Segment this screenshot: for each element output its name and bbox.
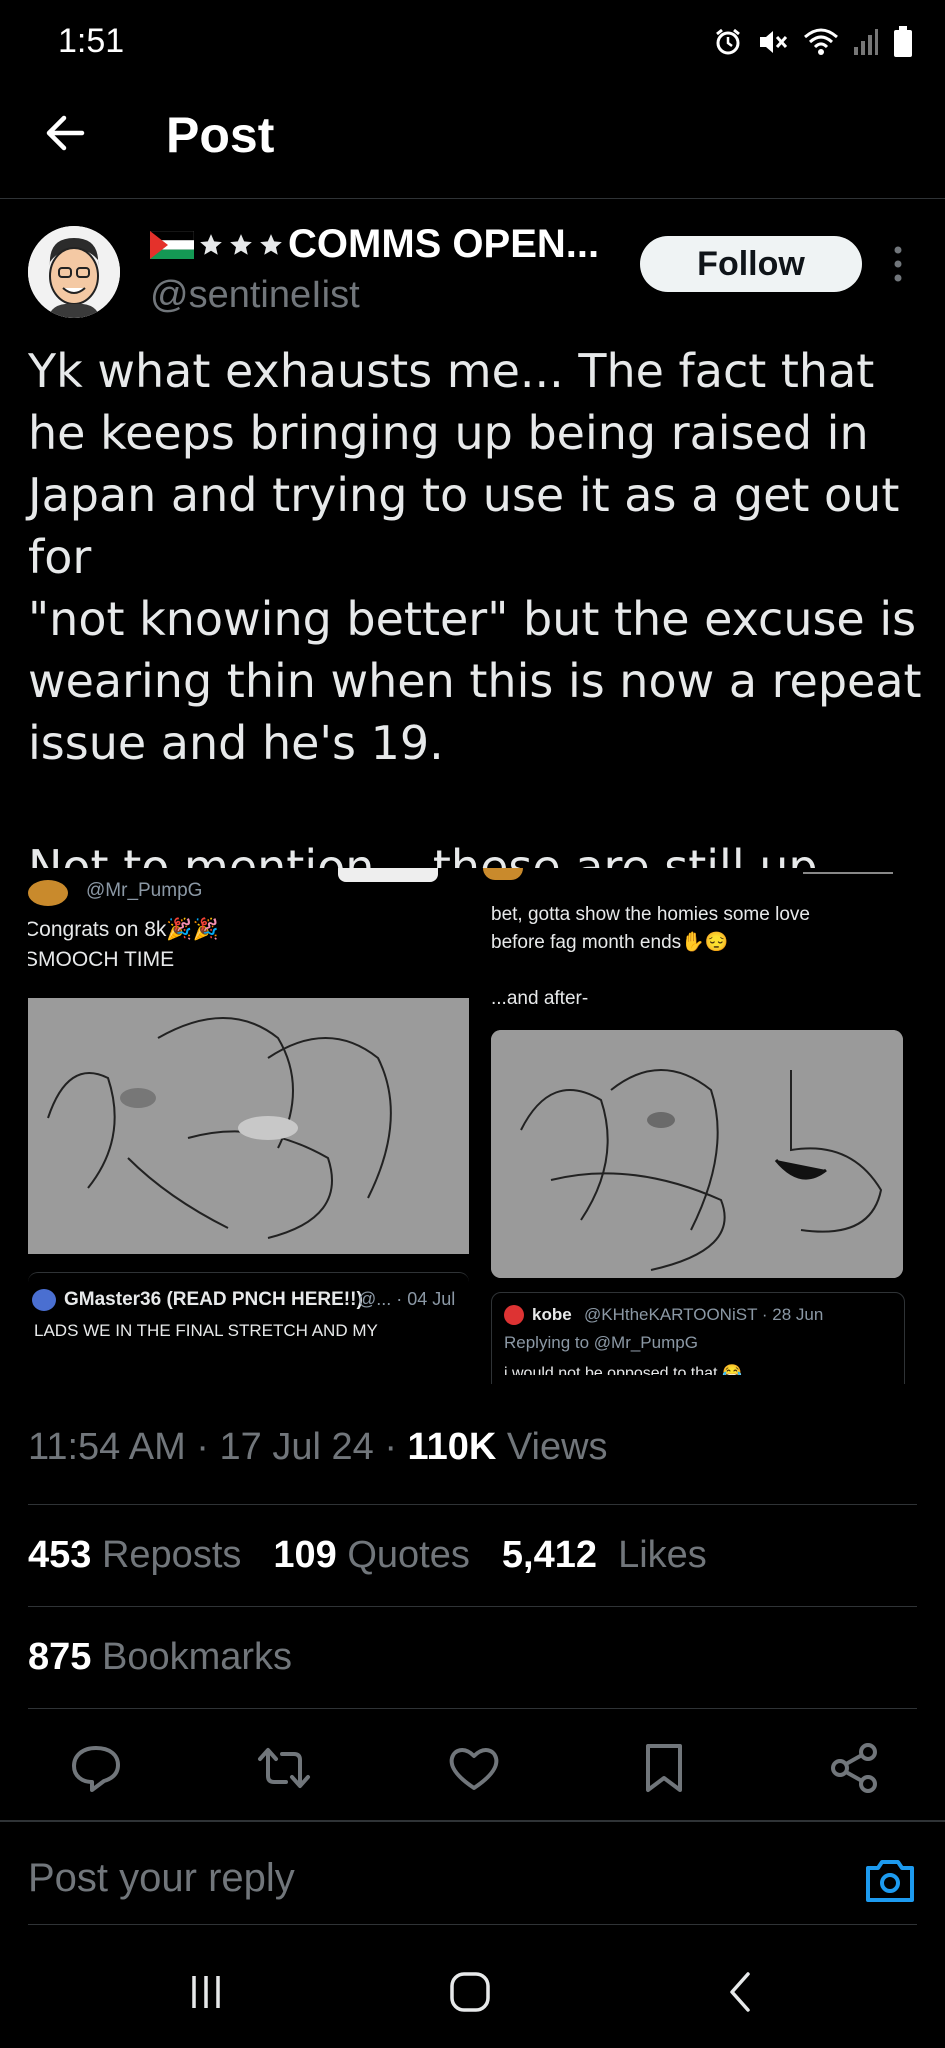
tweet-text: Yk what exhausts me... The fact that he … (28, 344, 922, 956)
quotes-label: Quotes (347, 1534, 470, 1576)
page-title: Post (166, 107, 275, 163)
reply-author-name: GMaster36 (READ PNCH HERE!!) (64, 1289, 363, 1310)
wifi-icon (804, 28, 838, 55)
alarm-icon (716, 28, 740, 55)
likes-stat[interactable]: 5,412 Likes (502, 1534, 707, 1577)
share-icon[interactable] (826, 1740, 882, 1796)
quotes-stat[interactable]: 109 Quotes (273, 1534, 470, 1577)
media-image-left[interactable]: @Mr_PumpG Congrats on 8k🎉🎉 SMOOCH TIME G… (28, 868, 469, 1384)
quoted-text-line: SMOOCH TIME (28, 948, 175, 971)
views-label: Views (506, 1426, 608, 1468)
home-icon[interactable] (448, 1970, 492, 2014)
reply-author-name: kobe (532, 1305, 572, 1324)
status-icons (713, 26, 913, 58)
reply-meta: @... · 04 Jul (358, 1289, 456, 1309)
bookmarks-stat[interactable]: 875 Bookmarks (28, 1636, 292, 1679)
display-name-row[interactable]: COMMS OPEN... (150, 222, 599, 267)
media-image-right[interactable]: bet, gotta show the homies some love bef… (483, 868, 917, 1384)
like-icon[interactable] (446, 1740, 502, 1796)
likes-count: 5,412 (501, 1534, 597, 1576)
engagement-stats: 453 Reposts 109 Quotes 5,412 Likes (28, 1534, 707, 1577)
system-back-icon[interactable] (720, 1970, 760, 2014)
header-divider (0, 198, 945, 199)
quoted-follow-button (338, 868, 438, 882)
bookmarks-count: 875 (28, 1636, 92, 1678)
reposts-label: Reposts (101, 1534, 242, 1576)
reply-icon[interactable] (68, 1740, 124, 1796)
bookmarks-label: Bookmarks (101, 1636, 293, 1678)
recent-apps-icon[interactable] (186, 1972, 226, 2012)
author-handle[interactable]: @sentineIist (150, 274, 360, 317)
likes-label: Likes (618, 1534, 707, 1576)
mini-avatar (483, 868, 523, 880)
divider (0, 1820, 945, 1822)
back-arrow-icon[interactable] (40, 108, 90, 158)
reposts-stat[interactable]: 453 Reposts (28, 1534, 241, 1577)
post-timestamp: 11:54 AM · 17 Jul 24 · 110K Views (28, 1426, 608, 1469)
reply-underline (28, 1924, 917, 1925)
quoted-handle: @Mr_PumpG (86, 880, 203, 901)
quoted-text-line: Congrats on 8k🎉🎉 (28, 918, 219, 941)
status-time: 1:51 (58, 22, 125, 60)
separator-dot: · (384, 1426, 408, 1468)
mini-avatar (32, 1289, 56, 1311)
bookmark-icon[interactable] (636, 1740, 692, 1796)
avatar[interactable] (28, 226, 120, 318)
battery-icon (894, 26, 912, 57)
action-bar (28, 1732, 917, 1802)
post-time: 11:54 AM (28, 1426, 186, 1468)
views-count: 110K (407, 1426, 497, 1468)
star-icon (230, 233, 252, 255)
sketch-image (28, 998, 469, 1254)
mini-avatar (504, 1305, 524, 1325)
divider-line (803, 872, 893, 874)
separator-dot: · (196, 1426, 220, 1468)
quoted-text-line: before fag month ends✋😔 (491, 932, 729, 953)
divider (28, 1708, 917, 1709)
quoted-text-line: bet, gotta show the homies some love (491, 904, 810, 925)
tweet-media[interactable]: @Mr_PumpG Congrats on 8k🎉🎉 SMOOCH TIME G… (28, 868, 917, 1384)
divider (28, 1606, 917, 1607)
signal-icon (854, 29, 878, 55)
mini-avatar (28, 880, 68, 906)
reply-input[interactable]: Post your reply (28, 1856, 295, 1901)
display-name: COMMS OPEN... (288, 222, 600, 266)
post-date: 17 Jul 24 (219, 1426, 374, 1468)
follow-button[interactable]: Follow (640, 236, 862, 292)
reply-text: LADS WE IN THE FINAL STRETCH AND MY (34, 1321, 378, 1340)
quoted-reply-card: kobe @KHtheKARTOONiST · 28 Jun Replying … (491, 1292, 905, 1384)
quoted-text-line: ...and after- (491, 988, 589, 1009)
reposts-count: 453 (28, 1534, 92, 1576)
camera-icon[interactable] (864, 1856, 916, 1904)
divider (28, 1504, 917, 1505)
reply-to: Replying to @Mr_PumpG (504, 1333, 698, 1352)
star-icon (260, 233, 282, 255)
sketch-image (491, 1030, 903, 1278)
repost-icon[interactable] (256, 1740, 312, 1796)
more-options-icon[interactable] (886, 242, 910, 286)
star-icon (200, 233, 222, 255)
quoted-reply-card: GMaster36 (READ PNCH HERE!!) @... · 04 J… (28, 1272, 469, 1384)
mute-icon (760, 31, 788, 53)
palestine-flag-icon (150, 230, 194, 259)
reply-meta: @KHtheKARTOONiST · 28 Jun (584, 1305, 824, 1324)
quotes-count: 109 (273, 1534, 337, 1576)
reply-text: i would not be opposed to that 😂 (504, 1365, 742, 1375)
avatar-illustration (28, 226, 120, 318)
